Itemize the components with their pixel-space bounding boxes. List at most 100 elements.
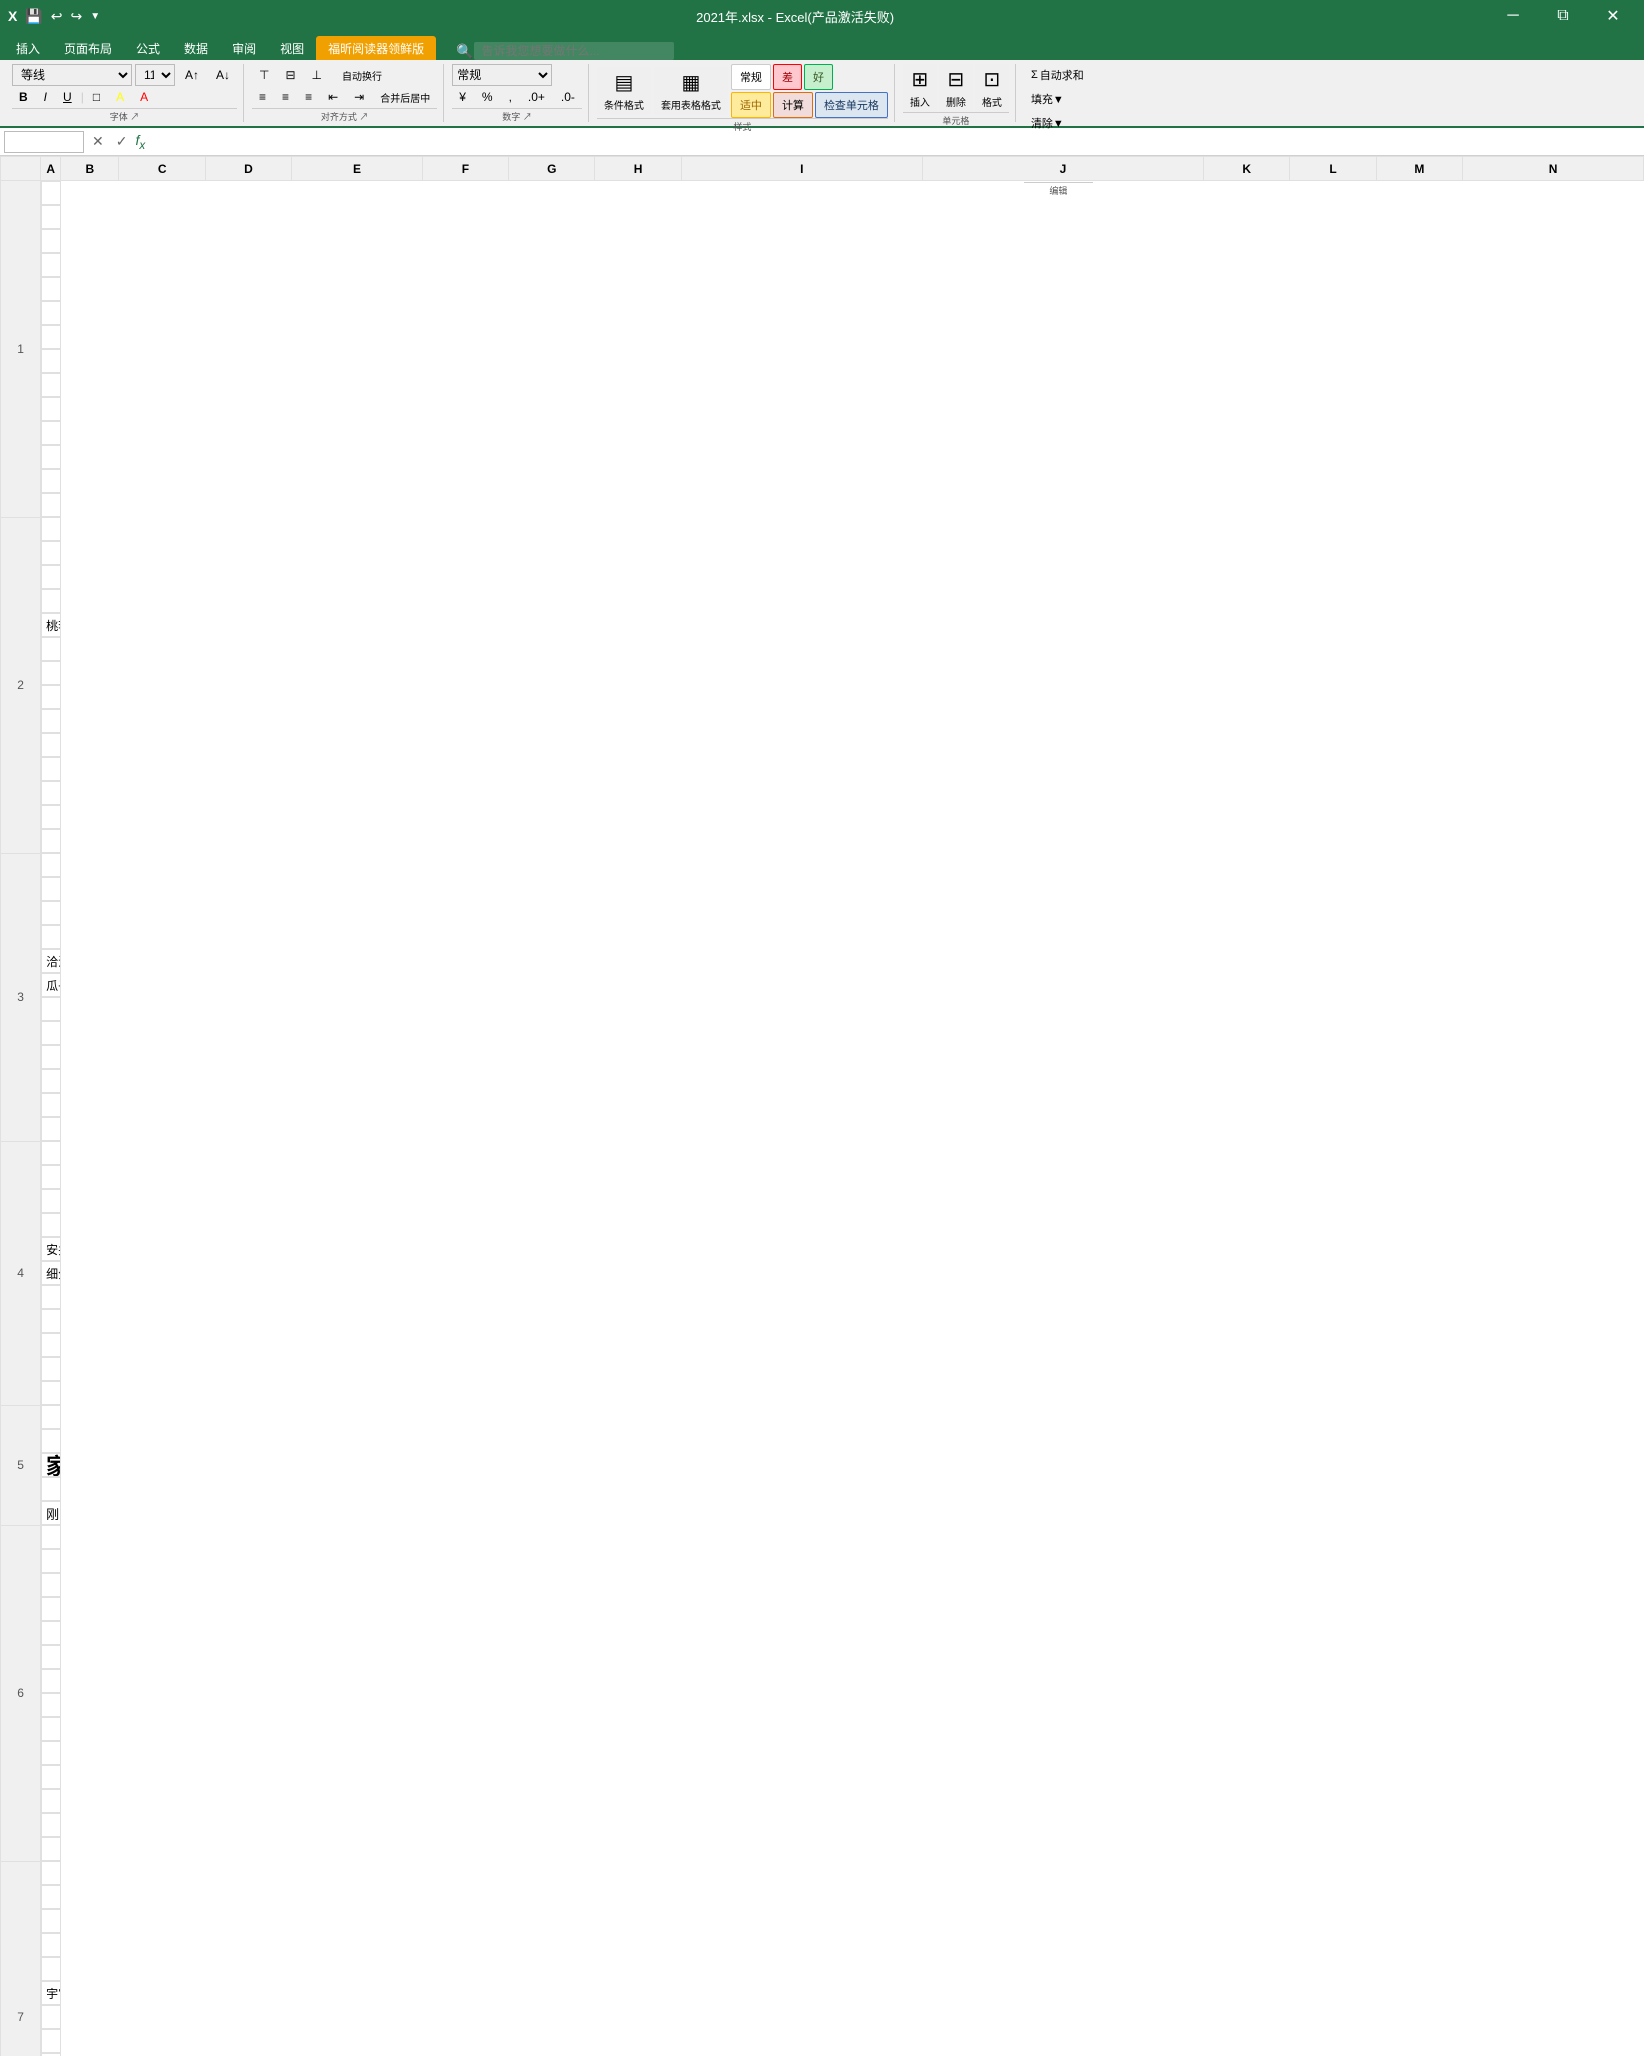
- cell-J6[interactable]: [41, 1741, 61, 1765]
- cell-C3[interactable]: [41, 901, 61, 925]
- cell-J4[interactable]: [41, 1285, 61, 1309]
- format-cell-btn[interactable]: ⊡ 格式: [975, 64, 1009, 112]
- align-right-btn[interactable]: ≡: [298, 86, 319, 108]
- cell-H6[interactable]: [41, 1693, 61, 1717]
- cell-J3[interactable]: [41, 1021, 61, 1045]
- decrease-font-btn[interactable]: A↓: [209, 64, 237, 86]
- scroll-area[interactable]: A B C D E F G H I J K L M N: [0, 156, 1644, 2056]
- increase-font-btn[interactable]: A↑: [178, 64, 206, 86]
- cell-I2[interactable]: [41, 709, 61, 733]
- align-middle-btn[interactable]: ⊟: [278, 64, 302, 86]
- cell-F6[interactable]: [41, 1645, 61, 1669]
- formula-func-icon[interactable]: fx: [135, 132, 145, 152]
- col-header-I[interactable]: I: [681, 157, 922, 181]
- cell-C1[interactable]: [41, 229, 61, 253]
- cell-B6[interactable]: [41, 1549, 61, 1573]
- cell-F7[interactable]: 宇宙龙头: [41, 1981, 61, 2005]
- cell-A4[interactable]: [41, 1141, 61, 1165]
- cell-K2[interactable]: [41, 757, 61, 781]
- cell-D1[interactable]: [41, 253, 61, 277]
- cell-D7[interactable]: [41, 1933, 61, 1957]
- style-neutral[interactable]: 适中: [731, 92, 771, 118]
- cell-B2[interactable]: [41, 541, 61, 565]
- cell-F1[interactable]: [41, 301, 61, 325]
- tab-reader[interactable]: 福昕阅读器领鲜版: [316, 36, 436, 60]
- cell-B3[interactable]: [41, 877, 61, 901]
- cell-I1[interactable]: [41, 373, 61, 397]
- cell-G2[interactable]: [41, 661, 61, 685]
- cell-A6[interactable]: [41, 1525, 61, 1549]
- tab-view[interactable]: 视图: [268, 36, 316, 60]
- wrap-text-btn[interactable]: 自动换行: [335, 64, 389, 86]
- indent-right-btn[interactable]: ⇥: [347, 86, 371, 108]
- col-header-B[interactable]: B: [61, 157, 119, 181]
- align-center-btn[interactable]: ≡: [275, 86, 296, 108]
- decrease-decimal-btn[interactable]: .0-: [554, 86, 582, 108]
- col-header-C[interactable]: C: [119, 157, 205, 181]
- cell-D2[interactable]: [41, 589, 61, 613]
- style-good[interactable]: 好: [804, 64, 833, 90]
- cell-E7[interactable]: [41, 1957, 61, 1981]
- bold-btn[interactable]: B: [12, 86, 35, 108]
- cell-A3[interactable]: [41, 853, 61, 877]
- cell-A5[interactable]: [41, 1405, 61, 1429]
- cell-A1[interactable]: [41, 181, 61, 205]
- cell-K1[interactable]: [41, 421, 61, 445]
- search-input[interactable]: [474, 42, 674, 60]
- conditional-format-btn[interactable]: ▤ 条件格式: [597, 67, 651, 115]
- border-btn[interactable]: □: [86, 86, 107, 108]
- formula-cancel-btn[interactable]: ✕: [88, 133, 108, 150]
- name-box[interactable]: [4, 131, 84, 153]
- table-format-btn[interactable]: ▦ 套用表格格式: [654, 67, 728, 115]
- cell-G6[interactable]: [41, 1669, 61, 1693]
- style-bad[interactable]: 差: [773, 64, 802, 90]
- percent-btn[interactable]: %: [475, 86, 500, 108]
- cell-A7[interactable]: [41, 1861, 61, 1885]
- restore-button[interactable]: ⧉: [1540, 0, 1586, 32]
- fill-btn[interactable]: 填充▼: [1024, 88, 1093, 110]
- fill-color-btn[interactable]: A: [109, 86, 131, 108]
- tab-review[interactable]: 审阅: [220, 36, 268, 60]
- cell-E2[interactable]: 桃李面包: [41, 613, 61, 637]
- cell-F5[interactable]: 刚需拖底+城镇化提高+龙头市场份额不断提升+全球第一的地位（外资喜欢）: [41, 1501, 61, 1525]
- style-normal[interactable]: 常规: [731, 64, 771, 90]
- col-header-G[interactable]: G: [509, 157, 595, 181]
- cell-M3[interactable]: [41, 1093, 61, 1117]
- col-header-N[interactable]: N: [1463, 157, 1644, 181]
- col-header-H[interactable]: H: [595, 157, 681, 181]
- cell-F2[interactable]: [41, 637, 61, 661]
- tab-formulas[interactable]: 公式: [124, 36, 172, 60]
- cell-L3[interactable]: [41, 1069, 61, 1093]
- col-header-L[interactable]: L: [1290, 157, 1376, 181]
- number-format-select[interactable]: 常规: [452, 64, 552, 86]
- italic-btn[interactable]: I: [37, 86, 54, 108]
- formula-input[interactable]: [149, 131, 1640, 153]
- cell-K6[interactable]: [41, 1765, 61, 1789]
- cell-G1[interactable]: [41, 325, 61, 349]
- style-check-cell[interactable]: 检查单元格: [815, 92, 888, 118]
- merge-center-btn[interactable]: 合并后居中: [373, 86, 437, 108]
- cell-I6[interactable]: [41, 1717, 61, 1741]
- tab-layout[interactable]: 页面布局: [52, 36, 124, 60]
- cell-D4[interactable]: [41, 1213, 61, 1237]
- close-button[interactable]: ✕: [1590, 0, 1636, 32]
- cell-J2[interactable]: [41, 733, 61, 757]
- cell-B5[interactable]: [41, 1429, 61, 1453]
- cell-N2[interactable]: [41, 829, 61, 853]
- cell-B1[interactable]: [41, 205, 61, 229]
- align-top-btn[interactable]: ⊤: [252, 64, 276, 86]
- cell-C5[interactable]: 家电行业: [41, 1453, 61, 1477]
- col-header-J[interactable]: J: [922, 157, 1203, 181]
- increase-decimal-btn[interactable]: .0+: [521, 86, 552, 108]
- font-name-select[interactable]: 等线: [12, 64, 132, 86]
- cell-J1[interactable]: [41, 397, 61, 421]
- cell-N1[interactable]: [41, 493, 61, 517]
- align-left-btn[interactable]: ≡: [252, 86, 273, 108]
- col-header-D[interactable]: D: [205, 157, 291, 181]
- cell-C2[interactable]: [41, 565, 61, 589]
- cell-N3[interactable]: [41, 1117, 61, 1141]
- quick-access-undo[interactable]: ↩: [51, 8, 63, 25]
- cell-A2[interactable]: [41, 517, 61, 541]
- cell-E5[interactable]: [41, 1477, 61, 1501]
- cell-L2[interactable]: [41, 781, 61, 805]
